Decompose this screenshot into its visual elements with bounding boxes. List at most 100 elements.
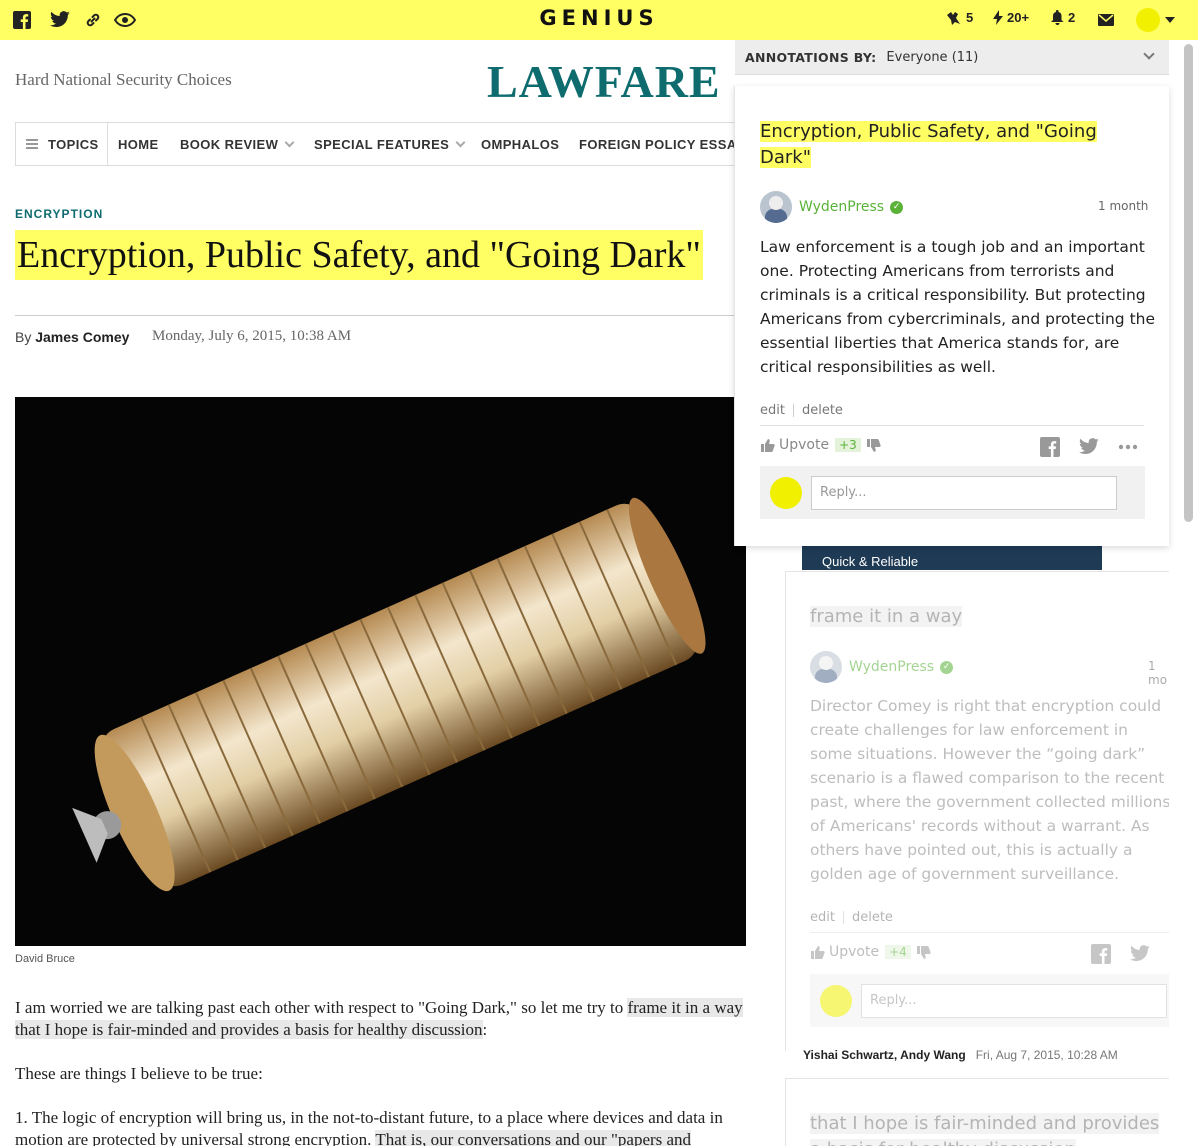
reply-box: Reply... [810, 974, 1169, 1027]
reply-input[interactable]: Reply... [811, 475, 1117, 510]
author-link[interactable]: James Comey [35, 329, 129, 345]
nav-special-features[interactable]: SPECIAL FEATURES [314, 123, 466, 165]
nav-book-review[interactable]: BOOK REVIEW [180, 123, 295, 165]
filter-value: Everyone (11) [886, 49, 979, 65]
filter-label: ANNOTATIONS BY: [745, 49, 877, 65]
article-headline[interactable]: Encryption, Public Safety, and "Going Da… [15, 230, 703, 280]
annotated-fragment-2[interactable]: that I hope is fair-minded and provides … [15, 1020, 483, 1039]
related-authors[interactable]: Yishai Schwartz, Andy Wang [803, 1048, 966, 1062]
notifications-counter[interactable]: 2 [1051, 10, 1075, 25]
eye-icon[interactable] [114, 9, 136, 31]
related-article-meta: Yishai Schwartz, Andy Wang Fri, Aug 7, 20… [803, 1048, 1118, 1062]
annotation-author[interactable]: WydenPress ✓ [810, 651, 954, 683]
vote-count: +3 [835, 438, 861, 452]
iq-counter[interactable]: 5 [946, 10, 973, 25]
facebook-icon[interactable] [1040, 437, 1060, 457]
twitter-icon[interactable] [49, 9, 71, 31]
annotation-card: frame it in a way WydenPress ✓ 1 mo Dire… [785, 571, 1169, 1051]
paragraph-1: I am worried we are talking past each ot… [15, 997, 770, 1041]
nav-label: SPECIAL FEATURES [314, 136, 450, 152]
annotated-fragment-3[interactable]: That is, our conversations and our "pape… [375, 1130, 692, 1146]
divider [810, 932, 1169, 933]
twitter-icon[interactable] [1078, 438, 1100, 456]
nav-foreign-policy-essay[interactable]: FOREIGN POLICY ESSAY [579, 123, 745, 165]
avatar [760, 191, 792, 223]
chevron-down-icon[interactable] [1165, 17, 1175, 23]
share-controls [1091, 944, 1151, 964]
activity-counter[interactable]: 20+ [993, 10, 1029, 25]
facebook-icon[interactable] [11, 9, 33, 31]
nav-topics[interactable]: TOPICS [15, 123, 108, 165]
link-icon[interactable] [82, 9, 104, 31]
reply-box: Reply... [760, 466, 1145, 519]
avatar [770, 476, 802, 509]
verified-icon: ✓ [940, 660, 954, 674]
bell-icon [1051, 10, 1064, 25]
upvote-button[interactable]: Upvote [829, 944, 879, 960]
annotation-title[interactable]: Encryption, Public Safety, and "Going Da… [760, 119, 1150, 171]
divider [792, 404, 794, 417]
paragraph-text: : [482, 1020, 488, 1039]
paragraph-3: 1. The logic of encryption will bring us… [15, 1107, 770, 1146]
annotation-card: Encryption, Public Safety, and "Going Da… [734, 86, 1169, 546]
nav-label: FOREIGN POLICY ESSAY [579, 136, 745, 152]
annotation-card: that I hope is fair-minded and provides … [785, 1078, 1169, 1146]
thumbs-down-icon[interactable] [866, 438, 881, 453]
genius-logo[interactable]: GENIUS [539, 6, 658, 30]
annotation-title-text: frame it in a way [810, 606, 963, 627]
divider [15, 315, 735, 316]
scrollbar[interactable] [1184, 44, 1193, 522]
site-tagline: Hard National Security Choices [15, 70, 232, 89]
nav-label: TOPICS [48, 136, 99, 152]
nav-omphalos[interactable]: OMPHALOS [481, 123, 559, 165]
publish-date: Monday, July 6, 2015, 10:38 AM [152, 328, 352, 344]
delete-link[interactable]: delete [852, 910, 893, 925]
article-photo [15, 397, 746, 946]
facebook-icon[interactable] [1091, 944, 1111, 964]
nav-label: BOOK REVIEW [180, 136, 279, 152]
mail-icon[interactable] [1095, 9, 1117, 31]
annotation-age: 1 mo [1148, 659, 1168, 687]
annotation-title[interactable]: frame it in a way [810, 604, 1169, 630]
edit-link[interactable]: edit [810, 910, 835, 925]
paragraph-text: I am worried we are talking past each ot… [15, 998, 628, 1017]
delete-link[interactable]: delete [802, 403, 843, 418]
vote-count: +4 [885, 945, 911, 959]
nav-home[interactable]: HOME [118, 123, 159, 165]
photo-credit: David Bruce [15, 953, 75, 965]
thumbs-up-icon[interactable] [760, 438, 775, 453]
more-icon[interactable] [1118, 444, 1138, 450]
annotation-title[interactable]: that I hope is fair-minded and provides … [810, 1111, 1169, 1146]
thumbs-up-icon[interactable] [810, 945, 825, 960]
annotation-title-text: Encryption, Public Safety, and "Going Da… [760, 121, 1097, 168]
edit-link[interactable]: edit [760, 403, 785, 418]
chevron-down-icon [455, 137, 466, 147]
related-date: Fri, Aug 7, 2015, 10:28 AM [975, 1048, 1118, 1062]
annotation-actions: edit delete [810, 910, 893, 925]
chevron-down-icon [284, 137, 295, 147]
annotation-actions: edit delete [760, 403, 843, 418]
annotation-body: Law enforcement is a tough job and an im… [760, 238, 1156, 376]
annotations-filter[interactable]: ANNOTATIONS BY: Everyone (11) [735, 40, 1169, 75]
divider [842, 911, 844, 924]
activity-value: 20+ [1007, 10, 1030, 25]
annotation-age: 1 month [1098, 199, 1149, 213]
article-category[interactable]: ENCRYPTION [15, 207, 103, 221]
user-avatar[interactable] [1136, 8, 1160, 32]
twitter-icon[interactable] [1129, 945, 1151, 963]
verified-icon: ✓ [890, 200, 904, 214]
thumbs-down-icon[interactable] [916, 945, 931, 960]
author-name: WydenPress [849, 659, 935, 675]
upvote-button[interactable]: Upvote [779, 437, 829, 453]
annotated-fragment-1[interactable]: frame it in a way [627, 998, 743, 1017]
advertisement[interactable]: Quick & Reliable [802, 546, 1102, 570]
divider [760, 425, 1144, 426]
author-name: WydenPress [799, 199, 885, 215]
nav-label: OMPHALOS [481, 136, 560, 152]
iq-value: 5 [966, 10, 974, 25]
byline-prefix: By [15, 329, 32, 345]
iq-icon [947, 11, 960, 25]
annotation-author[interactable]: WydenPress ✓ [760, 191, 904, 223]
site-logo[interactable]: LAWFARE [487, 55, 721, 108]
reply-input[interactable]: Reply... [861, 983, 1167, 1018]
